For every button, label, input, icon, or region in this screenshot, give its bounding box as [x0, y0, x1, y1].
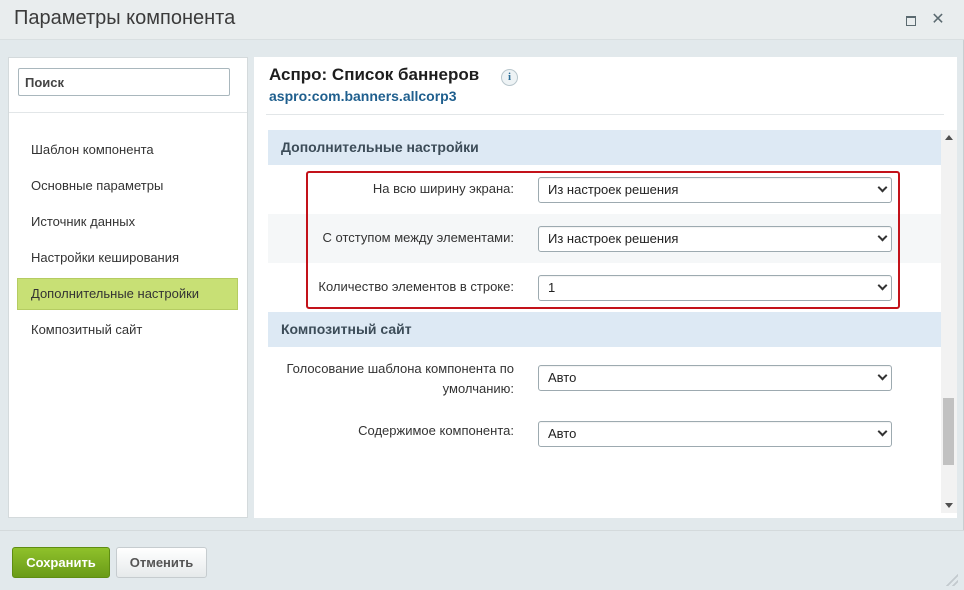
sidebar: Шаблон компонента Основные параметры Ист… — [8, 57, 248, 518]
chevron-down-icon — [877, 426, 888, 437]
setting-label: Содержимое компонента: — [358, 423, 514, 438]
dialog-titlebar: Параметры компонента ✕ — [0, 0, 964, 40]
component-title: Аспро: Список баннеров — [269, 65, 480, 84]
component-code: aspro:com.banners.allcorp3 — [269, 88, 457, 104]
component-content-select[interactable]: Авто — [538, 421, 892, 447]
template-voting-select[interactable]: Авто — [538, 365, 892, 391]
section-header-additional: Дополнительные настройки — [268, 130, 941, 165]
chevron-down-icon — [877, 370, 888, 381]
save-button[interactable]: Сохранить — [12, 547, 110, 578]
sidebar-item-additional-settings[interactable]: Дополнительные настройки — [17, 278, 238, 310]
setting-row: Голосование шаблона компонента по умолча… — [268, 347, 941, 409]
vertical-scrollbar[interactable] — [941, 130, 957, 513]
close-icon[interactable]: ✕ — [930, 12, 946, 28]
setting-label-line: умолчанию: — [442, 381, 514, 396]
sidebar-item-template[interactable]: Шаблон компонента — [17, 134, 238, 166]
sidebar-nav: Шаблон компонента Основные параметры Ист… — [17, 134, 238, 350]
section-header-composite: Композитный сайт — [268, 312, 941, 347]
component-params-dialog: Параметры компонента ✕ Шаблон компонента… — [0, 0, 964, 590]
dialog-footer: Сохранить Отменить — [0, 530, 964, 590]
select-value: Авто — [548, 426, 577, 441]
scrollbar-thumb[interactable] — [943, 398, 954, 465]
search-input[interactable] — [18, 68, 230, 96]
divider — [9, 112, 247, 113]
settings-scroll-area: Дополнительные настройки На всю ширину э… — [268, 130, 941, 513]
divider — [266, 114, 944, 115]
dialog-title: Параметры компонента — [14, 7, 236, 29]
sidebar-item-data-source[interactable]: Источник данных — [17, 206, 238, 238]
sidebar-item-composite-site[interactable]: Композитный сайт — [17, 314, 238, 346]
cancel-button[interactable]: Отменить — [116, 547, 207, 578]
setting-label-line: Голосование шаблона компонента по — [286, 361, 514, 376]
sidebar-item-main-params[interactable]: Основные параметры — [17, 170, 238, 202]
setting-label: Голосование шаблона компонента по умолча… — [268, 359, 514, 399]
info-icon[interactable]: i — [501, 69, 518, 86]
scroll-up-icon[interactable] — [945, 135, 953, 140]
sidebar-item-cache-settings[interactable]: Настройки кеширования — [17, 242, 238, 274]
resize-grip-icon[interactable] — [946, 574, 958, 586]
select-value: Авто — [548, 370, 577, 385]
scroll-down-icon[interactable] — [945, 503, 953, 508]
setting-row: Содержимое компонента: Авто — [268, 409, 941, 459]
main-panel: Аспро: Список баннеров i aspro:com.banne… — [254, 57, 957, 518]
maximize-icon[interactable] — [902, 12, 918, 28]
highlight-frame — [306, 171, 900, 309]
